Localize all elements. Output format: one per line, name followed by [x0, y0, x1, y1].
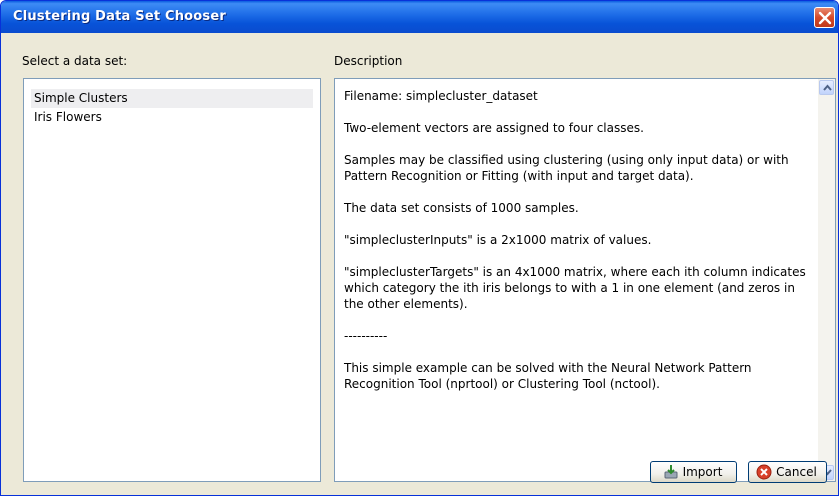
cancel-icon	[756, 464, 772, 480]
import-button[interactable]: Import	[650, 461, 737, 483]
scroll-up-button[interactable]	[819, 80, 834, 95]
import-icon	[663, 464, 679, 480]
close-button[interactable]	[814, 7, 835, 28]
description-paragraph: Two-element vectors are assigned to four…	[344, 121, 644, 135]
cancel-button-label: Cancel	[776, 465, 817, 479]
title-bar[interactable]: Clustering Data Set Chooser	[1, 1, 838, 33]
description-panel[interactable]: Filename: simplecluster_dataset Two-elem…	[334, 78, 836, 482]
description-paragraph: This simple example can be solved with t…	[344, 361, 752, 391]
description-paragraph: "simpleclusterTargets" is an 4x1000 matr…	[344, 265, 806, 311]
window-title: Clustering Data Set Chooser	[13, 9, 226, 24]
list-item-simple-clusters[interactable]: Simple Clusters	[31, 89, 313, 108]
close-icon	[818, 11, 832, 25]
cancel-button[interactable]: Cancel	[748, 461, 827, 483]
data-set-list[interactable]: Simple Clusters Iris Flowers	[23, 78, 321, 482]
dialog-body: Select a data set: Description Simple Cl…	[5, 34, 836, 492]
description-scrollbar[interactable]	[818, 79, 835, 481]
import-button-label: Import	[682, 465, 723, 479]
arrow-up-icon	[823, 84, 832, 91]
description-paragraph: The data set consists of 1000 samples.	[344, 201, 579, 215]
list-item-label: Simple Clusters	[34, 91, 128, 105]
select-data-set-label: Select a data set:	[22, 54, 128, 68]
description-paragraph: Samples may be classified using clusteri…	[344, 153, 789, 183]
description-text: Filename: simplecluster_dataset Two-elem…	[344, 88, 810, 408]
list-item-label: Iris Flowers	[34, 110, 102, 124]
dialog-window: Clustering Data Set Chooser Select a dat…	[0, 0, 839, 496]
list-item-iris-flowers[interactable]: Iris Flowers	[31, 108, 313, 127]
description-separator: ----------	[344, 329, 388, 343]
description-filename: Filename: simplecluster_dataset	[344, 89, 538, 103]
description-paragraph: "simpleclusterInputs" is a 2x1000 matrix…	[344, 233, 652, 247]
description-label: Description	[334, 54, 403, 68]
